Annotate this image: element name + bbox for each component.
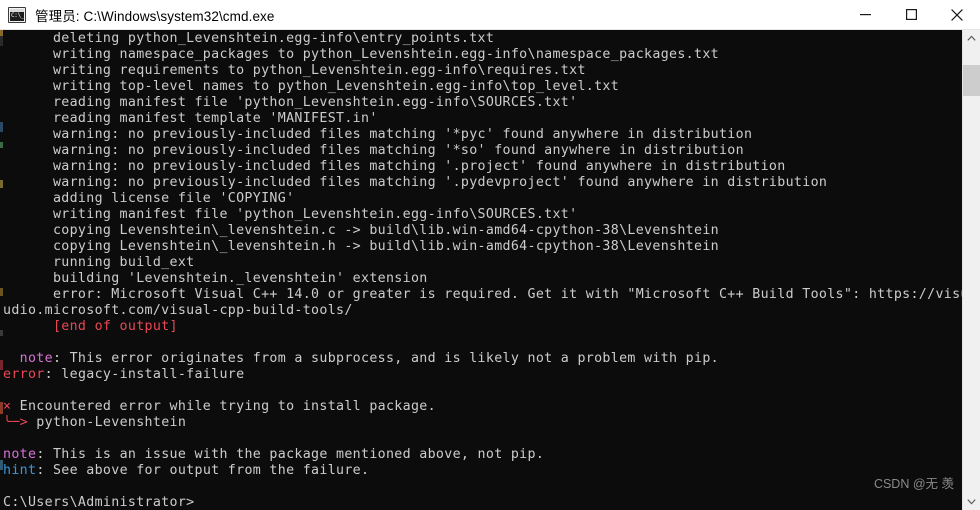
title-bar[interactable]: C:\_ 管理员: C:\Windows\system32\cmd.exe xyxy=(0,0,980,30)
console-text: : This is an issue with the package ment… xyxy=(36,447,545,462)
console-text: deleting python_Levenshtein.egg-info\ent… xyxy=(3,31,495,46)
cmd-window: C:\_ 管理员: C:\Windows\system32\cmd.exe de… xyxy=(0,0,980,510)
close-button[interactable] xyxy=(934,0,980,29)
console-text: warning: no previously-included files ma… xyxy=(3,159,786,174)
console-line: warning: no previously-included files ma… xyxy=(3,175,962,191)
console-line: hint: See above for output from the fail… xyxy=(3,463,962,479)
console-line: [end of output] xyxy=(3,319,962,335)
scrollbar-track[interactable] xyxy=(963,47,980,493)
console-text: warning: no previously-included files ma… xyxy=(3,175,828,190)
maximize-button[interactable] xyxy=(888,0,934,29)
console-error-marker: ╰─> xyxy=(3,415,28,430)
console-text: error: Microsoft Visual C++ 14.0 or grea… xyxy=(3,287,962,302)
console-text: error xyxy=(3,367,45,382)
close-icon xyxy=(951,8,963,21)
console-line: copying Levenshtein\_levenshtein.c -> bu… xyxy=(3,223,962,239)
window-title: 管理员: C:\Windows\system32\cmd.exe xyxy=(35,8,275,24)
console-line: udio.microsoft.com/visual-cpp-build-tool… xyxy=(3,303,962,319)
cmd-icon-prompt-text: C:\_ xyxy=(11,11,25,19)
console-line: reading manifest template 'MANIFEST.in' xyxy=(3,111,962,127)
window-controls xyxy=(842,0,980,29)
console-text: : This error originates from a subproces… xyxy=(52,351,719,366)
console-text: copying Levenshtein\_levenshtein.h -> bu… xyxy=(3,239,719,254)
console-line: writing manifest file 'python_Levenshtei… xyxy=(3,207,962,223)
console-line: note: This error originates from a subpr… xyxy=(3,351,962,367)
minimize-button[interactable] xyxy=(842,0,888,29)
console-text: writing namespace_packages to python_Lev… xyxy=(3,47,719,62)
console-text: Encountered error while trying to instal… xyxy=(11,399,436,414)
console-text: [end of output] xyxy=(3,319,178,334)
console-screen[interactable]: deleting python_Levenshtein.egg-info\ent… xyxy=(3,30,962,510)
cmd-console-icon: C:\_ xyxy=(8,6,26,23)
console-text: reading manifest file 'python_Levenshtei… xyxy=(3,95,578,110)
console-line: ╰─> python-Levenshtein xyxy=(3,415,962,431)
minimize-icon xyxy=(859,14,871,16)
console-text: writing requirements to python_Levenshte… xyxy=(3,63,586,78)
console-line: C:\Users\Administrator> xyxy=(3,495,962,510)
console-line: writing namespace_packages to python_Lev… xyxy=(3,47,962,63)
console-text: python-Levenshtein xyxy=(27,415,187,430)
console-line: running build_ext xyxy=(3,255,962,271)
console-text: warning: no previously-included files ma… xyxy=(3,143,744,158)
chevron-down-icon xyxy=(967,499,976,505)
console-text: note xyxy=(3,447,37,462)
scrollbar-up-arrow[interactable] xyxy=(963,30,980,47)
console-line: error: legacy-install-failure xyxy=(3,367,962,383)
console-text: reading manifest template 'MANIFEST.in' xyxy=(3,111,378,126)
console-line: adding license file 'COPYING' xyxy=(3,191,962,207)
console-text: hint xyxy=(3,463,37,478)
console-output: deleting python_Levenshtein.egg-info\ent… xyxy=(3,31,962,510)
console-text: : See above for output from the failure. xyxy=(36,463,370,478)
console-text: note xyxy=(3,351,53,366)
console-text: C:\Users\Administrator> xyxy=(3,495,195,510)
console-text: adding license file 'COPYING' xyxy=(3,191,295,206)
console-line: warning: no previously-included files ma… xyxy=(3,159,962,175)
console-line: writing requirements to python_Levenshte… xyxy=(3,63,962,79)
console-area: deleting python_Levenshtein.egg-info\ent… xyxy=(0,30,980,510)
console-line: × Encountered error while trying to inst… xyxy=(3,399,962,415)
console-line: building 'Levenshtein._levenshtein' exte… xyxy=(3,271,962,287)
console-line: writing top-level names to python_Levens… xyxy=(3,79,962,95)
console-text: writing manifest file 'python_Levenshtei… xyxy=(3,207,578,222)
chevron-up-icon xyxy=(967,35,976,41)
scrollbar-down-arrow[interactable] xyxy=(963,493,980,510)
console-line: error: Microsoft Visual C++ 14.0 or grea… xyxy=(3,287,962,303)
maximize-icon xyxy=(905,9,917,20)
console-line: note: This is an issue with the package … xyxy=(3,447,962,463)
console-text: building 'Levenshtein._levenshtein' exte… xyxy=(3,271,428,286)
console-text: writing top-level names to python_Levens… xyxy=(3,79,620,94)
console-text: : legacy-install-failure xyxy=(44,367,245,382)
console-line: warning: no previously-included files ma… xyxy=(3,127,962,143)
console-text: warning: no previously-included files ma… xyxy=(3,127,753,142)
console-line: copying Levenshtein\_levenshtein.h -> bu… xyxy=(3,239,962,255)
console-line: warning: no previously-included files ma… xyxy=(3,143,962,159)
console-line: deleting python_Levenshtein.egg-info\ent… xyxy=(3,31,962,47)
console-scrollbar[interactable] xyxy=(962,30,980,510)
console-text: udio.microsoft.com/visual-cpp-build-tool… xyxy=(3,303,353,318)
console-text: copying Levenshtein\_levenshtein.c -> bu… xyxy=(3,223,719,238)
scrollbar-thumb[interactable] xyxy=(963,65,980,97)
console-text: running build_ext xyxy=(3,255,195,270)
console-line: reading manifest file 'python_Levenshtei… xyxy=(3,95,962,111)
